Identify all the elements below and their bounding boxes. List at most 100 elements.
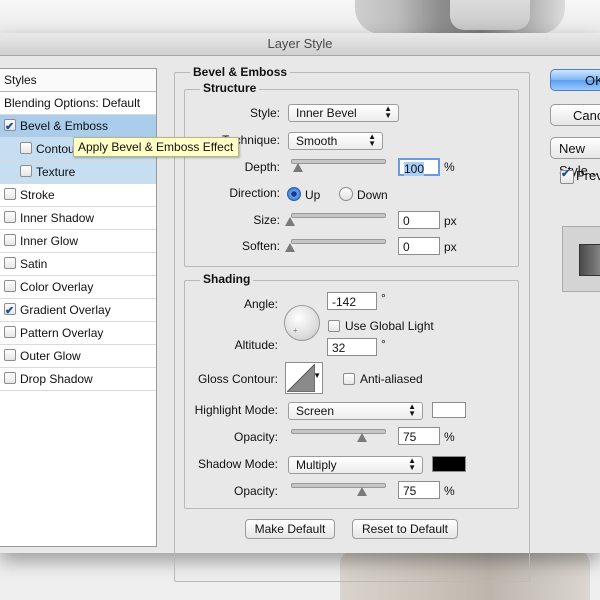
preview-checkbox[interactable] — [560, 167, 574, 184]
shadow-mode-select[interactable]: Multiply ▲ ▼ — [288, 456, 423, 474]
highlight-color-swatch[interactable] — [432, 402, 466, 418]
updown-arrows-icon: ▲ ▼ — [408, 456, 416, 472]
tooltip: Apply Bevel & Emboss Effect — [73, 137, 239, 157]
updown-arrows-icon: ▲ ▼ — [408, 402, 416, 418]
preview-swatch — [579, 244, 600, 276]
pattern-overlay-checkbox[interactable] — [4, 326, 16, 338]
styles-item-label: Inner Shadow — [20, 211, 95, 225]
styles-item-label: Outer Glow — [20, 349, 81, 363]
angle-input[interactable]: -142 — [327, 292, 377, 310]
highlight-opacity-thumb[interactable] — [357, 433, 367, 442]
angle-unit: ° — [381, 291, 386, 305]
outer-glow-checkbox[interactable] — [4, 349, 16, 361]
styles-item-stroke[interactable]: Stroke — [0, 184, 156, 207]
styles-item-color-overlay[interactable]: Color Overlay — [0, 276, 156, 299]
anti-aliased-checkbox[interactable] — [343, 373, 355, 385]
soften-label: Soften: — [241, 239, 280, 253]
gloss-contour-label: Gloss Contour: — [197, 372, 278, 386]
texture-checkbox[interactable] — [20, 165, 32, 177]
gloss-contour-picker[interactable]: ▼ — [285, 362, 323, 394]
soften-input[interactable]: 0 — [398, 237, 440, 255]
shadow-mode-label: Shadow Mode: — [197, 457, 278, 471]
angle-dial[interactable]: + — [284, 305, 320, 341]
shadow-opacity-unit: % — [444, 484, 455, 498]
styles-item-outer-glow[interactable]: Outer Glow — [0, 345, 156, 368]
inner-glow-checkbox[interactable] — [4, 234, 16, 246]
styles-item-label: Pattern Overlay — [20, 326, 104, 340]
soften-slider[interactable] — [291, 239, 386, 244]
direction-up-label: Up — [305, 188, 321, 202]
preview-thumbnail — [562, 226, 600, 292]
shadow-opacity-input[interactable]: 75 — [398, 481, 440, 499]
styles-item-bevel-emboss[interactable]: Bevel & Emboss — [0, 115, 156, 138]
styles-header[interactable]: Styles — [0, 69, 156, 92]
direction-down-radio[interactable] — [339, 187, 353, 201]
highlight-mode-select[interactable]: Screen ▲ ▼ — [288, 402, 423, 420]
highlight-opacity-label: Opacity: — [233, 430, 278, 444]
contour-checkbox[interactable] — [20, 142, 32, 154]
styles-item-label: Color Overlay — [20, 280, 94, 294]
direction-label: Direction: — [229, 186, 280, 200]
styles-item-gradient-overlay[interactable]: Gradient Overlay — [0, 299, 156, 322]
shadow-mode-value: Multiply — [296, 458, 337, 472]
styles-item-pattern-overlay[interactable]: Pattern Overlay — [0, 322, 156, 345]
depth-input[interactable]: 100 — [398, 158, 440, 176]
highlight-opacity-slider[interactable] — [291, 429, 386, 434]
shadow-opacity-label: Opacity: — [233, 484, 278, 498]
depth-slider[interactable] — [291, 159, 386, 164]
color-overlay-checkbox[interactable] — [4, 280, 16, 292]
styles-item-texture[interactable]: Texture — [0, 161, 156, 184]
style-select[interactable]: Inner Bevel ▲ ▼ — [288, 104, 399, 122]
shadow-color-swatch[interactable] — [432, 456, 466, 472]
preview-label: Preview — [576, 168, 600, 183]
technique-select[interactable]: Smooth ▲ ▼ — [288, 132, 383, 150]
depth-slider-thumb[interactable] — [293, 163, 303, 172]
layer-style-dialog: Layer Style Styles Blending Options: Def… — [0, 33, 600, 582]
size-unit: px — [444, 214, 457, 228]
size-input[interactable]: 0 — [398, 211, 440, 229]
use-global-light-checkbox[interactable] — [328, 320, 340, 332]
blending-options-item[interactable]: Blending Options: Default — [0, 92, 156, 115]
cancel-button[interactable]: Cancel — [550, 104, 600, 126]
styles-item-inner-shadow[interactable]: Inner Shadow — [0, 207, 156, 230]
altitude-input[interactable]: 32 — [327, 338, 377, 356]
styles-item-label: Drop Shadow — [20, 372, 93, 386]
anti-aliased-label: Anti-aliased — [360, 372, 423, 386]
styles-item-drop-shadow[interactable]: Drop Shadow — [0, 368, 156, 391]
styles-item-label: Stroke — [20, 188, 55, 202]
shadow-opacity-thumb[interactable] — [357, 487, 367, 496]
ok-button[interactable]: OK — [550, 69, 600, 91]
satin-checkbox[interactable] — [4, 257, 16, 269]
soften-slider-thumb[interactable] — [285, 243, 295, 252]
stroke-checkbox[interactable] — [4, 188, 16, 200]
altitude-label: Altitude: — [234, 338, 278, 352]
depth-unit: % — [444, 160, 455, 174]
gradient-overlay-checkbox[interactable] — [4, 300, 16, 322]
shadow-opacity-slider[interactable] — [291, 483, 386, 488]
new-style-button[interactable]: New Style... — [550, 137, 600, 178]
styles-item-label: Bevel & Emboss — [20, 119, 109, 133]
highlight-opacity-unit: % — [444, 430, 455, 444]
structure-title: Structure — [200, 81, 260, 95]
size-slider[interactable] — [291, 213, 386, 218]
styles-item-inner-glow[interactable]: Inner Glow — [0, 230, 156, 253]
reset-to-default-button[interactable]: Reset to Default — [352, 519, 458, 539]
drop-shadow-checkbox[interactable] — [4, 372, 16, 384]
styles-item-label: Texture — [36, 165, 76, 179]
bevel-emboss-title: Bevel & Emboss — [190, 65, 291, 79]
style-select-value: Inner Bevel — [296, 106, 357, 120]
technique-select-value: Smooth — [296, 134, 338, 148]
depth-label: Depth: — [244, 160, 280, 174]
updown-arrows-icon: ▲ ▼ — [368, 132, 376, 148]
highlight-opacity-input[interactable]: 75 — [398, 427, 440, 445]
dropdown-arrow-icon: ▼ — [313, 371, 321, 380]
styles-item-label: Inner Glow — [20, 234, 79, 248]
size-slider-thumb[interactable] — [285, 217, 295, 226]
make-default-button[interactable]: Make Default — [245, 519, 335, 539]
highlight-mode-value: Screen — [296, 404, 335, 418]
direction-up-radio[interactable] — [287, 187, 301, 201]
styles-item-satin[interactable]: Satin — [0, 253, 156, 276]
inner-shadow-checkbox[interactable] — [4, 211, 16, 223]
bevel-emboss-checkbox[interactable] — [4, 116, 16, 138]
shading-group — [184, 280, 519, 509]
